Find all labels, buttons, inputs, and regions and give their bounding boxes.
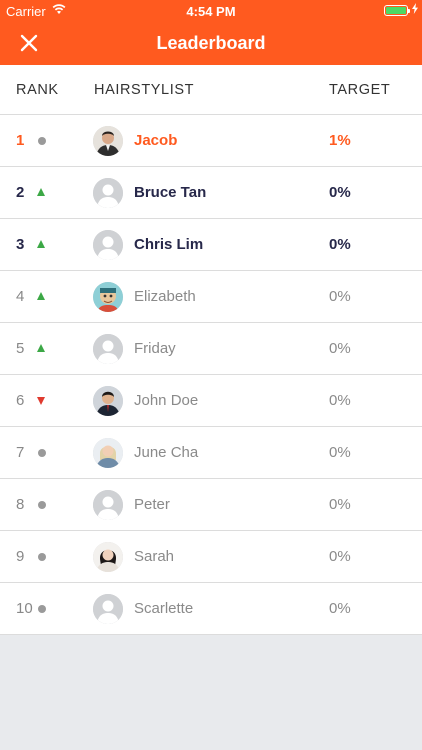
trend-up-icon <box>37 240 46 249</box>
avatar <box>93 126 123 156</box>
stylist-column-header: HAIRSTYLIST <box>94 82 195 98</box>
avatar <box>93 282 123 312</box>
table-row[interactable]: 3 Chris Lim 0% <box>0 219 422 271</box>
target-value: 0% <box>329 236 351 253</box>
leaderboard-rows: 1 Jacob 1% 2 Bruce Tan 0% 3 Chris Lim 0% 4 Elizabe… <box>0 115 422 635</box>
rank-number: 1 <box>16 132 25 149</box>
stylist-name: John Doe <box>134 392 199 409</box>
charging-bolt-icon <box>412 3 418 17</box>
rank-number: 3 <box>16 236 25 253</box>
table-row[interactable]: 2 Bruce Tan 0% <box>0 167 422 219</box>
target-value: 0% <box>329 392 351 409</box>
trend-up-icon <box>37 292 46 301</box>
stylist-name: Bruce Tan <box>134 184 207 201</box>
table-row[interactable]: 4 Elizabeth 0% <box>0 271 422 323</box>
trend-up-icon <box>37 188 46 197</box>
trend-same-icon <box>37 552 46 561</box>
avatar <box>93 542 123 572</box>
rank-number: 7 <box>16 444 25 461</box>
trend-same-icon <box>37 136 46 145</box>
table-row[interactable]: 9 Sarah 0% <box>0 531 422 583</box>
rank-number: 9 <box>16 548 25 565</box>
rank-number: 6 <box>16 392 25 409</box>
status-bar: Carrier 4:54 PM <box>0 0 422 22</box>
target-column-header: TARGET <box>329 82 391 98</box>
trend-same-icon <box>37 448 46 457</box>
target-value: 1% <box>329 132 351 149</box>
stylist-name: Jacob <box>134 132 178 149</box>
table-row[interactable]: 1 Jacob 1% <box>0 115 422 167</box>
rank-number: 2 <box>16 184 25 201</box>
avatar <box>93 386 123 416</box>
table-header: RANK HAIRSTYLIST TARGET <box>0 65 422 115</box>
stylist-name: Chris Lim <box>134 236 204 253</box>
avatar <box>93 438 123 468</box>
status-time: 4:54 PM <box>186 4 236 19</box>
avatar <box>93 178 123 208</box>
target-value: 0% <box>329 496 351 513</box>
target-value: 0% <box>329 340 351 357</box>
target-value: 0% <box>329 288 351 305</box>
avatar <box>93 490 123 520</box>
rank-number: 4 <box>16 288 25 305</box>
page-title: Leaderboard <box>156 33 266 53</box>
table-row[interactable]: 6 John Doe 0% <box>0 375 422 427</box>
rank-column-header: RANK <box>16 82 59 98</box>
trend-up-icon <box>37 344 46 353</box>
target-value: 0% <box>329 600 351 617</box>
table-row[interactable]: 8 Peter 0% <box>0 479 422 531</box>
stylist-name: Scarlette <box>134 600 194 617</box>
rank-number: 8 <box>16 496 25 513</box>
rank-number: 10 <box>16 600 33 617</box>
table-row[interactable]: 10 Scarlette 0% <box>0 583 422 635</box>
trend-down-icon <box>37 397 46 406</box>
table-row[interactable]: 7 June Cha 0% <box>0 427 422 479</box>
avatar <box>93 594 123 624</box>
rank-number: 5 <box>16 340 25 357</box>
avatar <box>93 334 123 364</box>
battery-icon <box>384 5 410 16</box>
trend-same-icon <box>37 500 46 509</box>
table-row[interactable]: 5 Friday 0% <box>0 323 422 375</box>
target-value: 0% <box>329 184 351 201</box>
target-value: 0% <box>329 444 351 461</box>
target-value: 0% <box>329 548 351 565</box>
stylist-name: Friday <box>134 340 176 357</box>
stylist-name: Peter <box>134 496 170 513</box>
stylist-name: Sarah <box>134 548 175 565</box>
trend-same-icon <box>37 604 46 613</box>
leaderboard-list: RANK HAIRSTYLIST TARGET 1 Jacob 1% 2 Bruce T… <box>0 65 422 635</box>
avatar <box>93 230 123 260</box>
nav-bar: Leaderboard <box>0 22 422 65</box>
stylist-name: Elizabeth <box>134 288 196 305</box>
stylist-name: June Cha <box>134 444 199 461</box>
